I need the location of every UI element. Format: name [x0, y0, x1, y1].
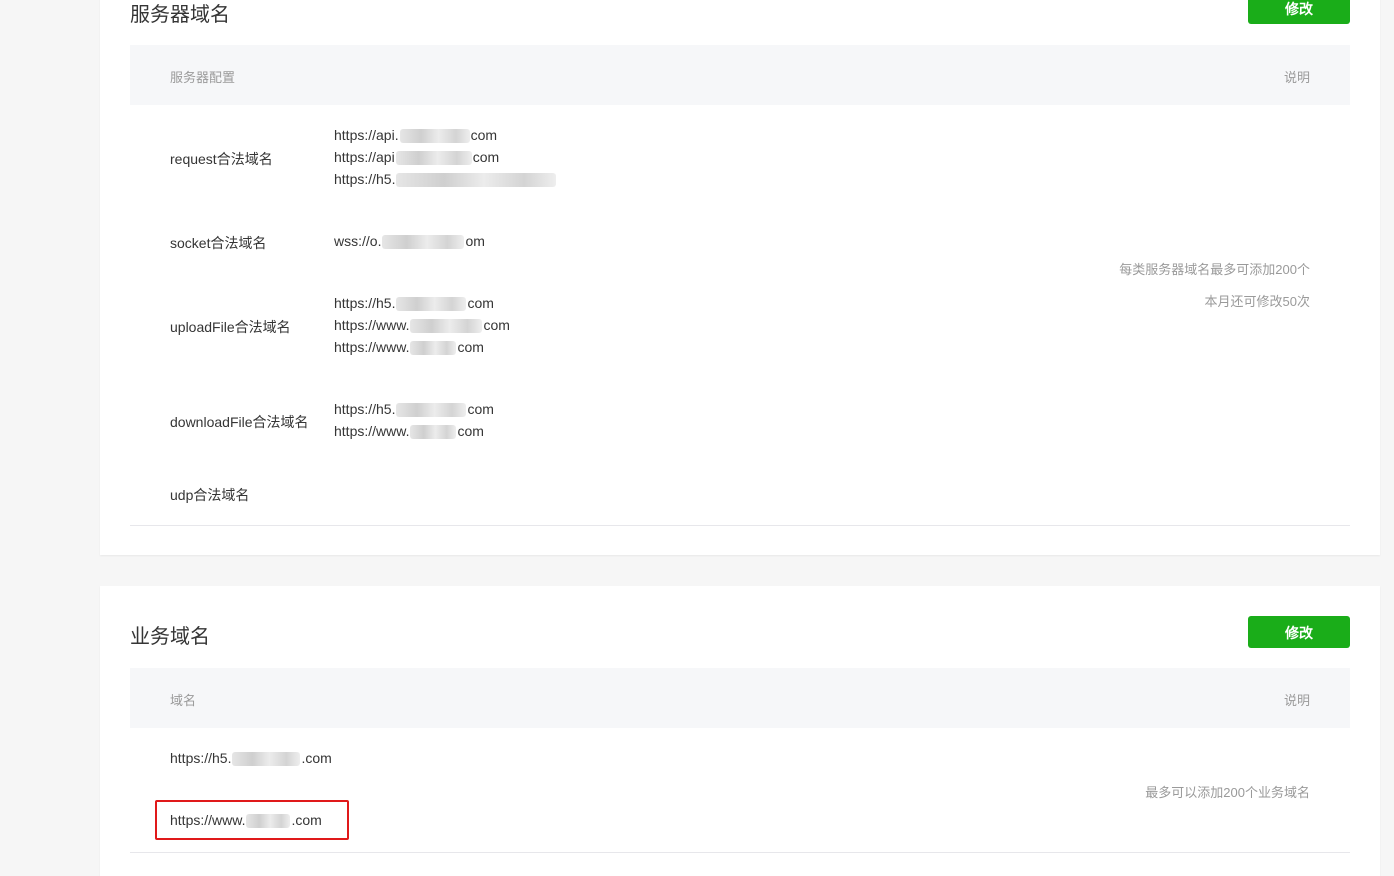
socket-domain-list: wss://o. om — [334, 230, 485, 252]
business-domain-entry: https://h5. .com — [170, 750, 332, 767]
downloadfile-domain-label: downloadFile合法域名 — [170, 414, 309, 430]
uploadfile-domain-label: uploadFile合法域名 — [170, 319, 291, 335]
domain-entry: https://api. com — [334, 127, 498, 144]
domain-entry: https://h5. — [334, 168, 557, 190]
domain-entry: https://www. com — [334, 423, 484, 440]
request-domain-label: request合法域名 — [170, 151, 273, 167]
business-domain-title: 业务域名 — [130, 626, 210, 648]
uploadfile-domain-list: https://h5. com https://www. com https://w… — [334, 292, 510, 358]
domain-entry: https://h5. com — [334, 295, 494, 312]
server-domain-note-remaining: 本月还可修改50次 — [1204, 294, 1310, 309]
server-domain-note-limit: 每类服务器域名最多可添加200个 — [1119, 262, 1310, 277]
header-domain: 域名 — [170, 693, 197, 708]
request-domain-list: https://api. com https://api com https://h… — [334, 124, 557, 190]
udp-domain-label: udp合法域名 — [170, 487, 250, 503]
business-domain-edit-button[interactable]: 修改 — [1248, 616, 1350, 648]
header-description: 说明 — [1283, 693, 1310, 708]
header-description: 说明 — [1283, 70, 1310, 85]
server-domain-card: 服务器域名 修改 服务器配置 说明 request合法域名 https://ap… — [100, 0, 1380, 555]
divider — [130, 525, 1350, 526]
domain-entry: https://h5. com — [334, 401, 494, 418]
domain-entry: https://www. com — [334, 317, 510, 334]
socket-domain-label: socket合法域名 — [170, 235, 267, 251]
server-domain-table-header: 服务器配置 说明 — [130, 45, 1350, 105]
server-domain-edit-button[interactable]: 修改 — [1248, 0, 1350, 24]
business-domain-table-header: 域名 说明 — [130, 668, 1350, 728]
domain-entry: https://api com — [334, 149, 500, 166]
domain-entry: https://www. com — [334, 339, 484, 356]
server-domain-title: 服务器域名 — [130, 4, 230, 26]
domain-entry: wss://o. om — [334, 233, 485, 250]
divider — [130, 852, 1350, 853]
business-domain-note: 最多可以添加200个业务域名 — [1145, 785, 1310, 800]
highlight-annotation-box — [155, 800, 349, 840]
downloadfile-domain-list: https://h5. com https://www. com — [334, 398, 494, 442]
business-domain-card: 业务域名 修改 域名 说明 https://h5. .com https://ww… — [100, 586, 1380, 876]
header-server-config: 服务器配置 — [170, 70, 236, 85]
